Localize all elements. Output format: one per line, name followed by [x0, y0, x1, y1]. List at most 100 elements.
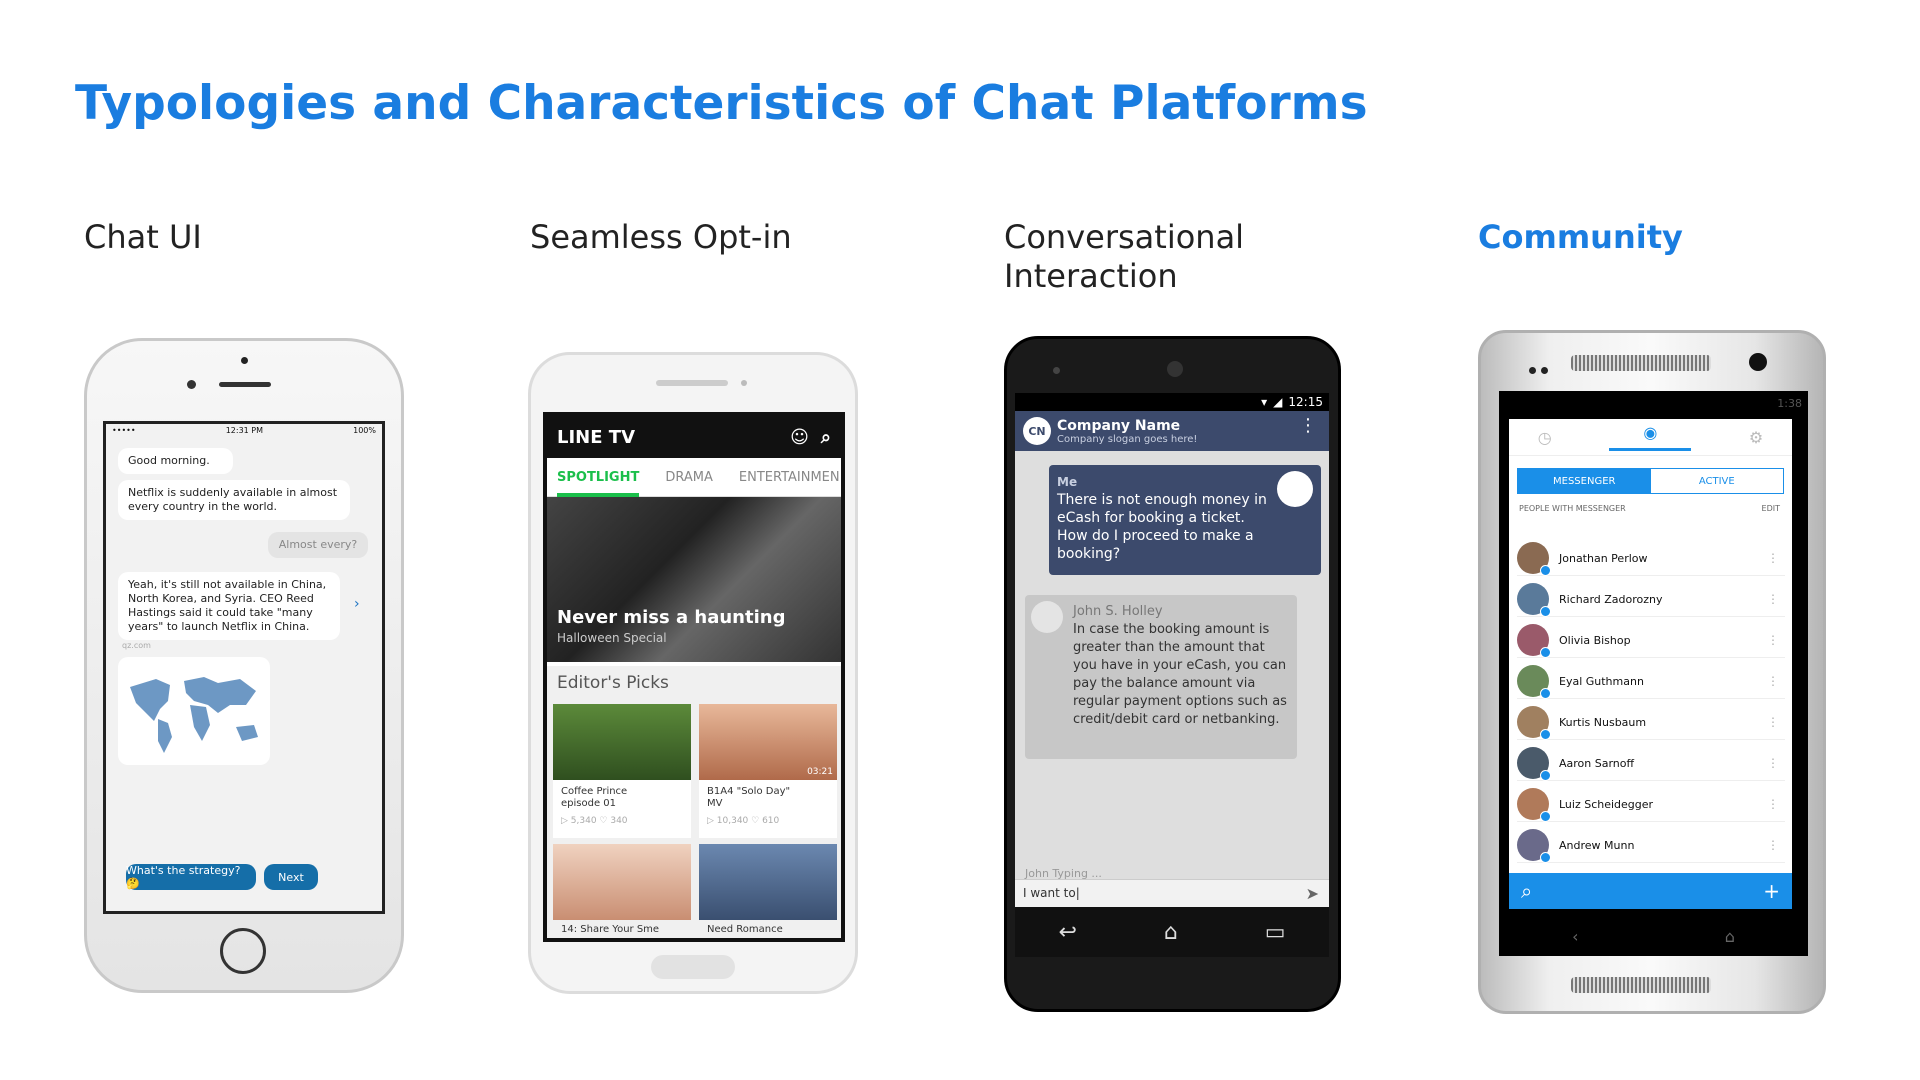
world-map-icon	[130, 677, 258, 753]
message-agent: John S. Holley In case the booking amoun…	[1025, 595, 1297, 759]
company-slogan: Company slogan goes here!	[1057, 433, 1198, 445]
person-row[interactable]: Kurtis Nusbaum ⋮	[1517, 705, 1785, 740]
segment-messenger[interactable]: MESSENGER	[1518, 469, 1651, 493]
thumbnail-b1a4[interactable]: 03:21	[699, 704, 837, 780]
more-options-icon[interactable]: ⋮	[1767, 674, 1779, 688]
item-title: Need Romance	[707, 924, 783, 935]
agent-avatar-icon	[1031, 601, 1063, 633]
thumbnail-coffee-prince[interactable]	[553, 704, 691, 780]
home-icon[interactable]: ⌂	[1164, 920, 1178, 945]
speaker-grille	[656, 380, 728, 386]
segment-active[interactable]: ACTIVE	[1651, 469, 1784, 493]
person-row[interactable]: Aaron Sarnoff ⋮	[1517, 746, 1785, 781]
battery-level: 100%	[353, 426, 376, 435]
avatar	[1517, 747, 1551, 781]
status-time: 1:38	[1777, 397, 1802, 410]
avatar	[1517, 829, 1551, 863]
more-options-icon[interactable]: ⋮	[1767, 715, 1779, 729]
tab-bar: SPOTLIGHT DRAMA ENTERTAINMEN	[547, 458, 841, 497]
app-header: LINE TV ☺ ⌕	[547, 416, 841, 458]
home-button[interactable]	[651, 955, 735, 979]
send-icon[interactable]: ➤	[1306, 884, 1319, 903]
thumbnail-share-your-smile[interactable]	[553, 844, 691, 920]
status-bar: ▾ ◢ 12:15	[1015, 393, 1329, 411]
front-sensors	[1529, 359, 1551, 374]
avatar	[1517, 665, 1551, 699]
people-icon[interactable]: ◉	[1609, 423, 1692, 451]
person-row[interactable]: Olivia Bishop ⋮	[1517, 623, 1785, 658]
column-label-community: Community	[1478, 218, 1683, 256]
android-nav-bar: ↩ ⌂ ▭	[1015, 907, 1329, 957]
overflow-menu-icon[interactable]: ⋮	[1299, 415, 1317, 436]
recent-clock-icon[interactable]: ◷	[1538, 428, 1552, 447]
edit-button[interactable]: EDIT	[1762, 504, 1780, 513]
more-options-icon[interactable]: ⋮	[1767, 756, 1779, 770]
line-tv-screen: LINE TV ☺ ⌕ SPOTLIGHT DRAMA ENTERTAINMEN…	[543, 412, 845, 942]
more-options-icon[interactable]: ⋮	[1767, 633, 1779, 647]
back-icon[interactable]: ‹	[1572, 927, 1578, 946]
user-icon[interactable]: ☺	[790, 427, 809, 448]
signal-icon: ◢	[1273, 395, 1283, 409]
person-name: Kurtis Nusbaum	[1559, 715, 1647, 729]
person-row[interactable]: Luiz Scheidegger ⋮	[1517, 787, 1785, 822]
person-row[interactable]: Eyal Guthmann ⋮	[1517, 664, 1785, 699]
status-time: 12:31 PM	[225, 426, 264, 435]
tab-entertainment[interactable]: ENTERTAINMEN	[739, 470, 840, 485]
next-button[interactable]: Next	[264, 864, 318, 890]
front-camera	[1749, 353, 1767, 371]
person-row[interactable]: Richard Zadorozny ⋮	[1517, 582, 1785, 617]
person-name: Eyal Guthmann	[1559, 674, 1644, 688]
thumbnail-need-romance[interactable]	[699, 844, 837, 920]
person-row[interactable]: Jonathan Perlow ⋮	[1517, 541, 1785, 576]
message-china: Yeah, it's still not available in China,…	[118, 572, 340, 640]
person-name: Olivia Bishop	[1559, 633, 1631, 647]
search-icon[interactable]: ⌕	[1521, 879, 1532, 903]
person-name: Richard Zadorozny	[1559, 592, 1663, 606]
front-camera	[187, 380, 196, 389]
back-icon[interactable]: ↩	[1058, 920, 1076, 945]
more-options-icon[interactable]: ⋮	[1767, 592, 1779, 606]
status-time: 12:15	[1288, 395, 1323, 409]
chevron-right-icon[interactable]: ›	[354, 596, 360, 612]
front-camera	[1167, 361, 1183, 377]
recents-icon[interactable]: ▭	[1265, 920, 1286, 945]
featured-banner[interactable]: Never miss a haunting Halloween Special	[547, 497, 841, 662]
person-row[interactable]: Andrew Munn ⋮	[1517, 828, 1785, 863]
signal-indicator: •••••	[112, 426, 136, 435]
more-options-icon[interactable]: ⋮	[1767, 797, 1779, 811]
chat-ui-screen: ••••• 12:31 PM 100% Good morning. Netfli…	[103, 421, 385, 914]
home-icon[interactable]: ⌂	[1725, 927, 1735, 946]
messenger-top-tabs: ◷ ◉ ⚙	[1509, 419, 1792, 456]
person-name: Andrew Munn	[1559, 838, 1635, 852]
message-netflix: Netflix is suddenly available in almost …	[118, 480, 350, 520]
avatar	[1517, 624, 1551, 658]
message-input-value: I want to|	[1023, 886, 1080, 900]
item-title: 14: Share Your Sme	[561, 924, 660, 935]
home-button[interactable]	[220, 928, 266, 974]
search-icon[interactable]: ⌕	[821, 427, 831, 448]
message-input[interactable]: I want to| ➤	[1015, 879, 1329, 907]
settings-gear-icon[interactable]: ⚙	[1749, 428, 1763, 447]
messenger-screen: 1:38 ◷ ◉ ⚙ MESSENGER ACTIVE PEOPLE WITH …	[1499, 391, 1808, 956]
sender-label: Me	[1057, 475, 1078, 489]
more-options-icon[interactable]: ⋮	[1767, 838, 1779, 852]
chat-header: CN Company Name Company slogan goes here…	[1015, 411, 1329, 451]
more-options-icon[interactable]: ⋮	[1767, 551, 1779, 565]
column-label-seamless-opt-in: Seamless Opt-in	[530, 218, 792, 256]
user-avatar-icon	[1277, 471, 1313, 507]
tab-drama[interactable]: DRAMA	[665, 470, 713, 485]
column-label-conversational-interaction: Conversational Interaction	[1004, 218, 1245, 295]
source-link[interactable]: qz.com	[122, 641, 151, 650]
message-text: In case the booking amount is greater th…	[1073, 622, 1287, 727]
world-map-card[interactable]	[118, 657, 270, 765]
add-icon[interactable]: +	[1763, 879, 1780, 903]
strategy-button[interactable]: What's the strategy? 🤔	[126, 864, 256, 890]
message-text: There is not enough money in eCash for b…	[1057, 492, 1267, 562]
conversation-screen: ▾ ◢ 12:15 CN Company Name Company slogan…	[1015, 393, 1329, 907]
person-name: Luiz Scheidegger	[1559, 797, 1654, 811]
android-nav-bar: ‹ ⌂	[1499, 919, 1808, 953]
status-bar: ••••• 12:31 PM 100%	[106, 424, 382, 440]
wifi-icon: ▾	[1261, 395, 1268, 409]
tab-spotlight[interactable]: SPOTLIGHT	[557, 470, 640, 497]
avatar	[1517, 583, 1551, 617]
